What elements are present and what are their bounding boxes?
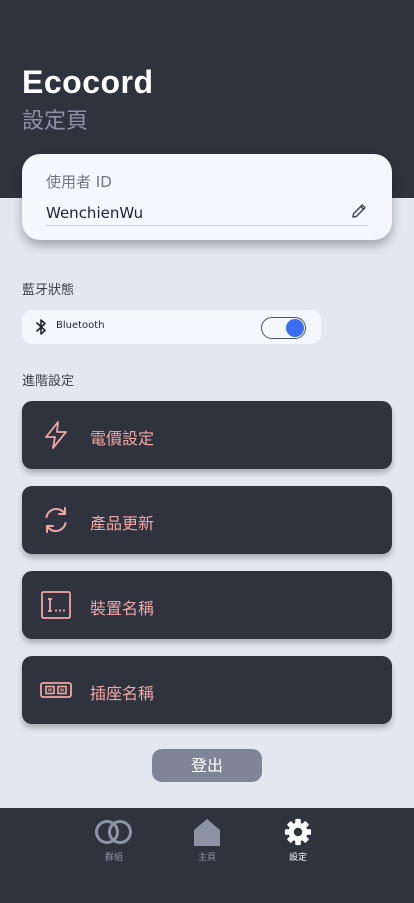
user-id-field[interactable]: WenchienWu: [46, 204, 368, 226]
user-id-label: 使用者 ID: [46, 173, 112, 191]
product-update-button[interactable]: 產品更新: [22, 486, 392, 554]
bottom-nav: 群組 主頁 設定: [0, 808, 414, 903]
advanced-section-label: 進階設定: [22, 374, 75, 389]
bluetooth-icon: [36, 319, 46, 335]
bluetooth-toggle[interactable]: [261, 317, 306, 339]
nav-label-group: 群組: [104, 853, 123, 863]
logout-button[interactable]: 登出: [152, 749, 262, 782]
socket-name-label: 插座名稱: [90, 684, 155, 703]
device-name-label: 裝置名稱: [90, 599, 155, 618]
product-update-label: 產品更新: [90, 514, 155, 533]
socket-icon: [40, 682, 72, 698]
pencil-icon[interactable]: [350, 202, 368, 220]
electricity-price-button[interactable]: 電價設定: [22, 401, 392, 469]
nav-item-group[interactable]: 群組: [84, 818, 144, 878]
app-title: Ecocord: [22, 64, 154, 100]
device-name-button[interactable]: 裝置名稱: [22, 571, 392, 639]
bluetooth-row: Bluetooth: [22, 310, 321, 344]
home-icon: [194, 819, 220, 846]
lightning-icon: [45, 421, 67, 449]
nav-label-settings: 設定: [288, 853, 307, 863]
group-icon: [95, 820, 132, 844]
text-cursor-icon: [41, 591, 71, 619]
bluetooth-label: Bluetooth: [56, 320, 105, 331]
nav-item-home[interactable]: 主頁: [177, 818, 237, 878]
toggle-knob: [286, 319, 304, 337]
nav-label-home: 主頁: [197, 853, 216, 863]
nav-item-settings[interactable]: 設定: [268, 818, 328, 878]
refresh-icon: [45, 507, 67, 533]
electricity-price-label: 電價設定: [90, 429, 155, 448]
gear-icon: [284, 818, 312, 846]
socket-name-button[interactable]: 插座名稱: [22, 656, 392, 724]
page-subtitle: 設定頁: [22, 109, 89, 134]
user-id-card: 使用者 ID WenchienWu: [22, 154, 392, 240]
bluetooth-section-label: 藍牙狀態: [22, 283, 75, 298]
